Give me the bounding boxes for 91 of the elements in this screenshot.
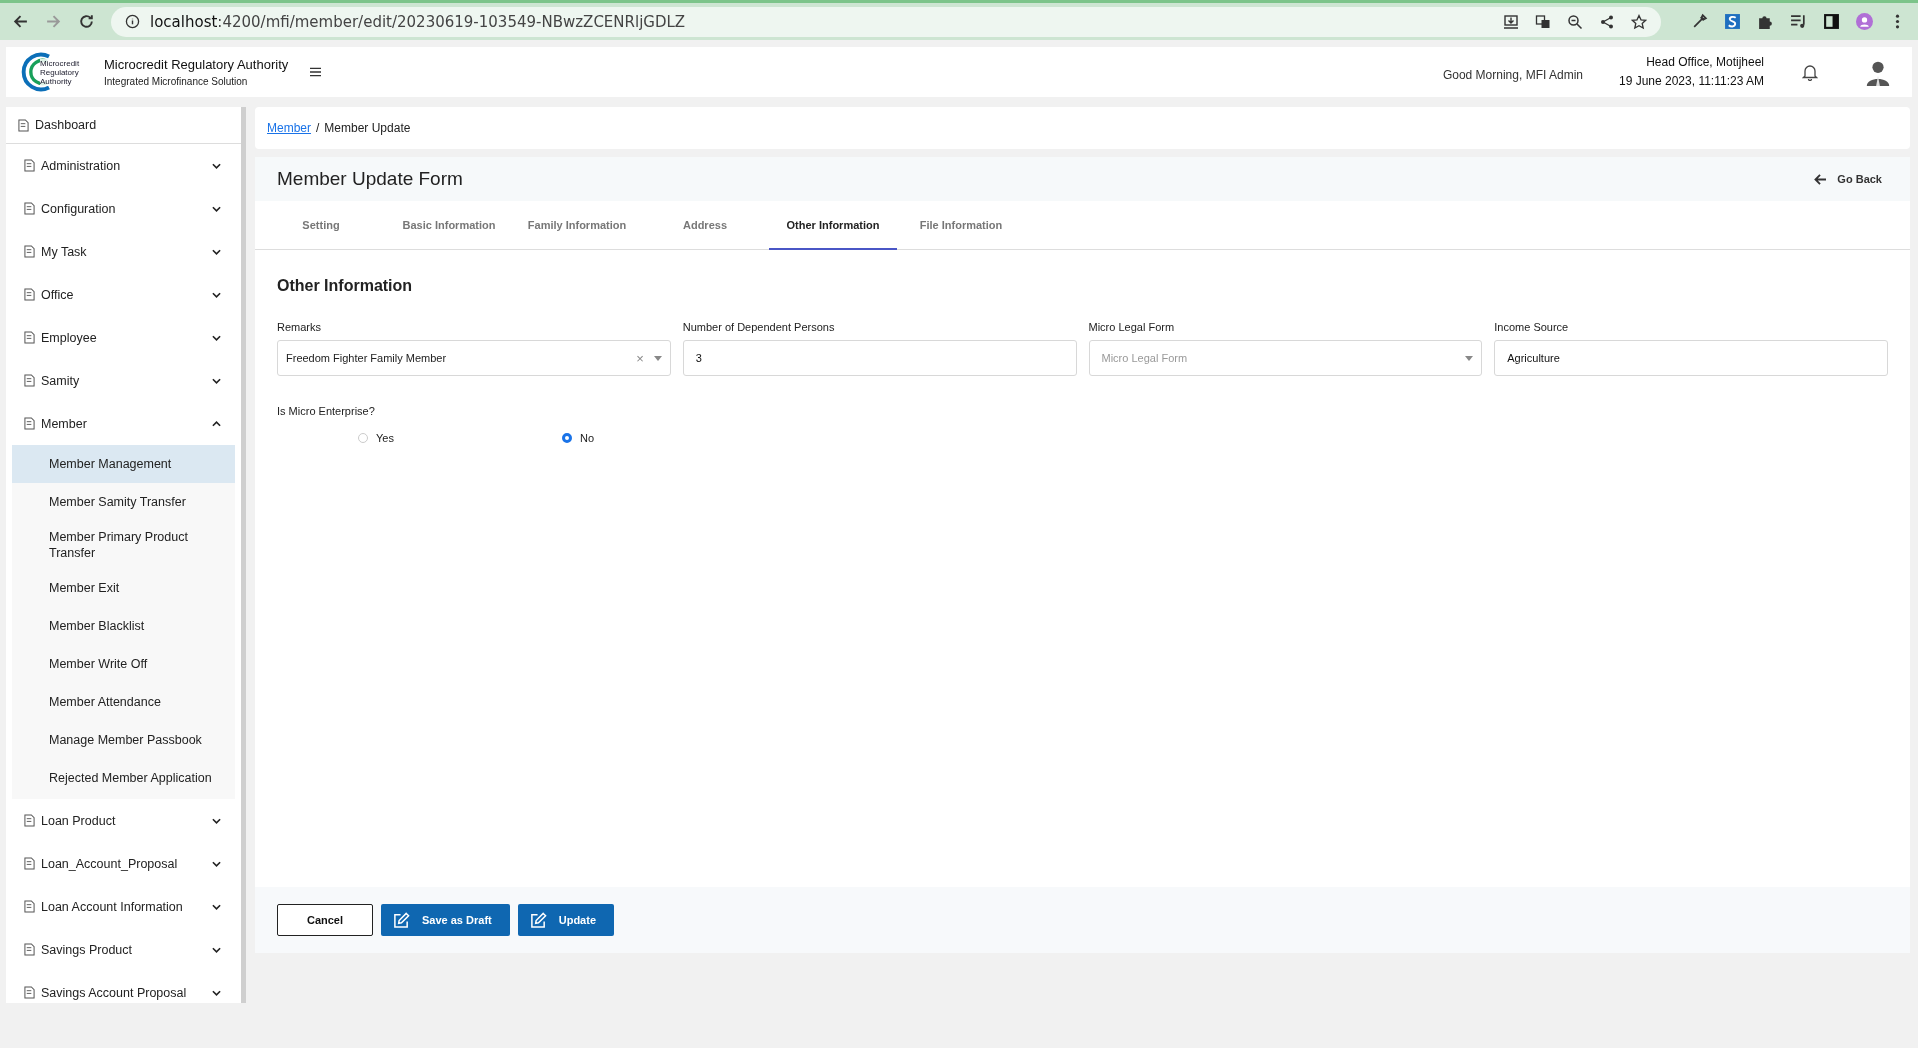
sidebar-subitem[interactable]: Member Samity Transfer	[12, 483, 235, 521]
tab[interactable]: Family Information	[513, 201, 641, 250]
sidebar-item[interactable]: Member	[6, 402, 241, 445]
breadcrumb-link[interactable]: Member	[267, 121, 311, 135]
text-field[interactable]: Agriculture	[1494, 340, 1888, 376]
edit-icon	[529, 911, 547, 929]
action-button[interactable]: Save as Draft	[381, 904, 510, 936]
form-title: Member Update Form	[277, 168, 463, 190]
tab[interactable]: File Information	[897, 201, 1025, 250]
tab[interactable]: Other Information	[769, 201, 897, 250]
dropdown-arrow-icon	[653, 355, 662, 361]
radio-label: No	[579, 432, 594, 444]
download-icon[interactable]	[1503, 13, 1519, 30]
sidebar-subitem[interactable]: Member Management	[12, 445, 235, 483]
sidebar-item[interactable]: My Task	[6, 230, 241, 273]
office-name: Head Office, Motijheel	[1645, 54, 1764, 71]
star-icon[interactable]	[1631, 13, 1647, 30]
profile-avatar-icon[interactable]	[1856, 13, 1873, 30]
field-label: Micro Legal Form	[1088, 321, 1176, 333]
sidebar-subitem[interactable]: Rejected Member Application	[12, 759, 235, 797]
sidebar-subitem[interactable]: Member Exit	[12, 569, 235, 607]
share-icon[interactable]	[1599, 13, 1615, 30]
tab[interactable]: Basic Information	[385, 201, 513, 250]
sidebar-item[interactable]: Samity	[6, 359, 241, 402]
sidebar-item[interactable]: Employee	[6, 316, 241, 359]
field-label: Remarks	[277, 321, 322, 333]
edit-icon	[393, 911, 410, 929]
tab[interactable]: Address	[641, 201, 769, 250]
sidebar-subitem[interactable]: Manage Member Passbook	[12, 721, 235, 759]
sidebar-subitem[interactable]: Member Blacklist	[12, 607, 235, 645]
address-bar[interactable]: localhost:4200/mfi/member/edit/20230619-103549-NBwzZCENRljGDLZ	[111, 6, 1661, 37]
info-icon	[125, 14, 140, 29]
puzzle-icon[interactable]	[1757, 13, 1774, 30]
page-icon	[18, 118, 29, 132]
clear-icon[interactable]: ×	[636, 350, 644, 366]
page-icon	[24, 986, 35, 999]
playlist-icon[interactable]	[1790, 13, 1807, 30]
sidebar-item[interactable]: Loan_Account_Proposal	[6, 842, 241, 885]
cancel-button[interactable]: Cancel	[277, 904, 373, 936]
translate-icon[interactable]	[1535, 13, 1551, 30]
sidebar-item[interactable]: Dashboard	[6, 107, 241, 144]
page-icon	[24, 900, 35, 913]
page-icon	[24, 374, 35, 387]
sidebar-subitem[interactable]: Member Primary Product Transfer	[12, 521, 235, 569]
go-back-button[interactable]: Go Back	[1814, 173, 1882, 185]
radio-button[interactable]	[561, 433, 572, 443]
eyedropper-icon[interactable]	[1691, 13, 1708, 30]
sidebar-subitem[interactable]: Member Write Off	[12, 645, 235, 683]
app-subtitle: Integrated Microfinance Solution	[104, 76, 249, 87]
radio-label: Yes	[376, 432, 394, 444]
select-field[interactable]: Freedom Fighter Family Member ×	[277, 340, 671, 376]
zoom-icon[interactable]	[1567, 13, 1583, 30]
action-button[interactable]: Update	[517, 904, 614, 936]
question-label: Is Micro Enterprise?	[277, 405, 376, 417]
menu-icon[interactable]	[310, 67, 322, 77]
date-time: 19 June 2023, 11:11:23 AM	[1619, 73, 1764, 90]
notification-bell-icon[interactable]	[1802, 63, 1818, 81]
logo: Microcredit Regulatory Authority	[20, 50, 96, 94]
app-title: Microcredit Regulatory Authority	[104, 57, 289, 72]
page-icon	[24, 159, 35, 172]
reload-icon[interactable]	[78, 13, 95, 30]
sidebar-item[interactable]: Configuration	[6, 187, 241, 230]
sidebar-subitem[interactable]: Member Attendance	[12, 683, 235, 721]
field-label: Income Source	[1494, 321, 1570, 333]
sidebar-item[interactable]: Office	[6, 273, 241, 316]
text-field[interactable]: 3	[682, 340, 1077, 376]
page-icon	[24, 417, 35, 430]
page-icon	[24, 202, 35, 215]
sidebar-item[interactable]: Savings Account Proposal	[6, 971, 241, 1014]
sidebar-item[interactable]: Loan Account Information	[6, 885, 241, 928]
page-icon	[24, 288, 35, 301]
field-label: Number of Dependent Persons	[682, 321, 836, 333]
greeting-text: Good Morning, MFI Admin	[1442, 68, 1583, 82]
page-icon	[24, 245, 35, 258]
breadcrumb-separator: /	[316, 121, 320, 135]
page-icon	[24, 943, 35, 956]
back-icon[interactable]	[12, 13, 29, 30]
page-icon	[24, 857, 35, 870]
sidebar-item[interactable]: Administration	[6, 144, 241, 187]
breadcrumb-current: Member Update	[324, 121, 411, 135]
url-text: localhost:4200/mfi/member/edit/20230619-103549-NBwzZCENRljGDLZ	[150, 12, 686, 31]
side-panel-icon[interactable]	[1823, 13, 1840, 30]
arrow-left-icon	[1814, 173, 1828, 185]
sidebar-item[interactable]: Loan Product	[6, 799, 241, 842]
page-icon	[24, 814, 35, 827]
sidebar-item[interactable]: Savings Product	[6, 928, 241, 971]
dropdown-arrow-icon	[1465, 355, 1474, 361]
tab[interactable]: Setting	[257, 201, 385, 250]
page-icon	[24, 331, 35, 344]
extension-s-icon[interactable]	[1724, 13, 1741, 30]
section-title: Other Information	[277, 277, 414, 295]
